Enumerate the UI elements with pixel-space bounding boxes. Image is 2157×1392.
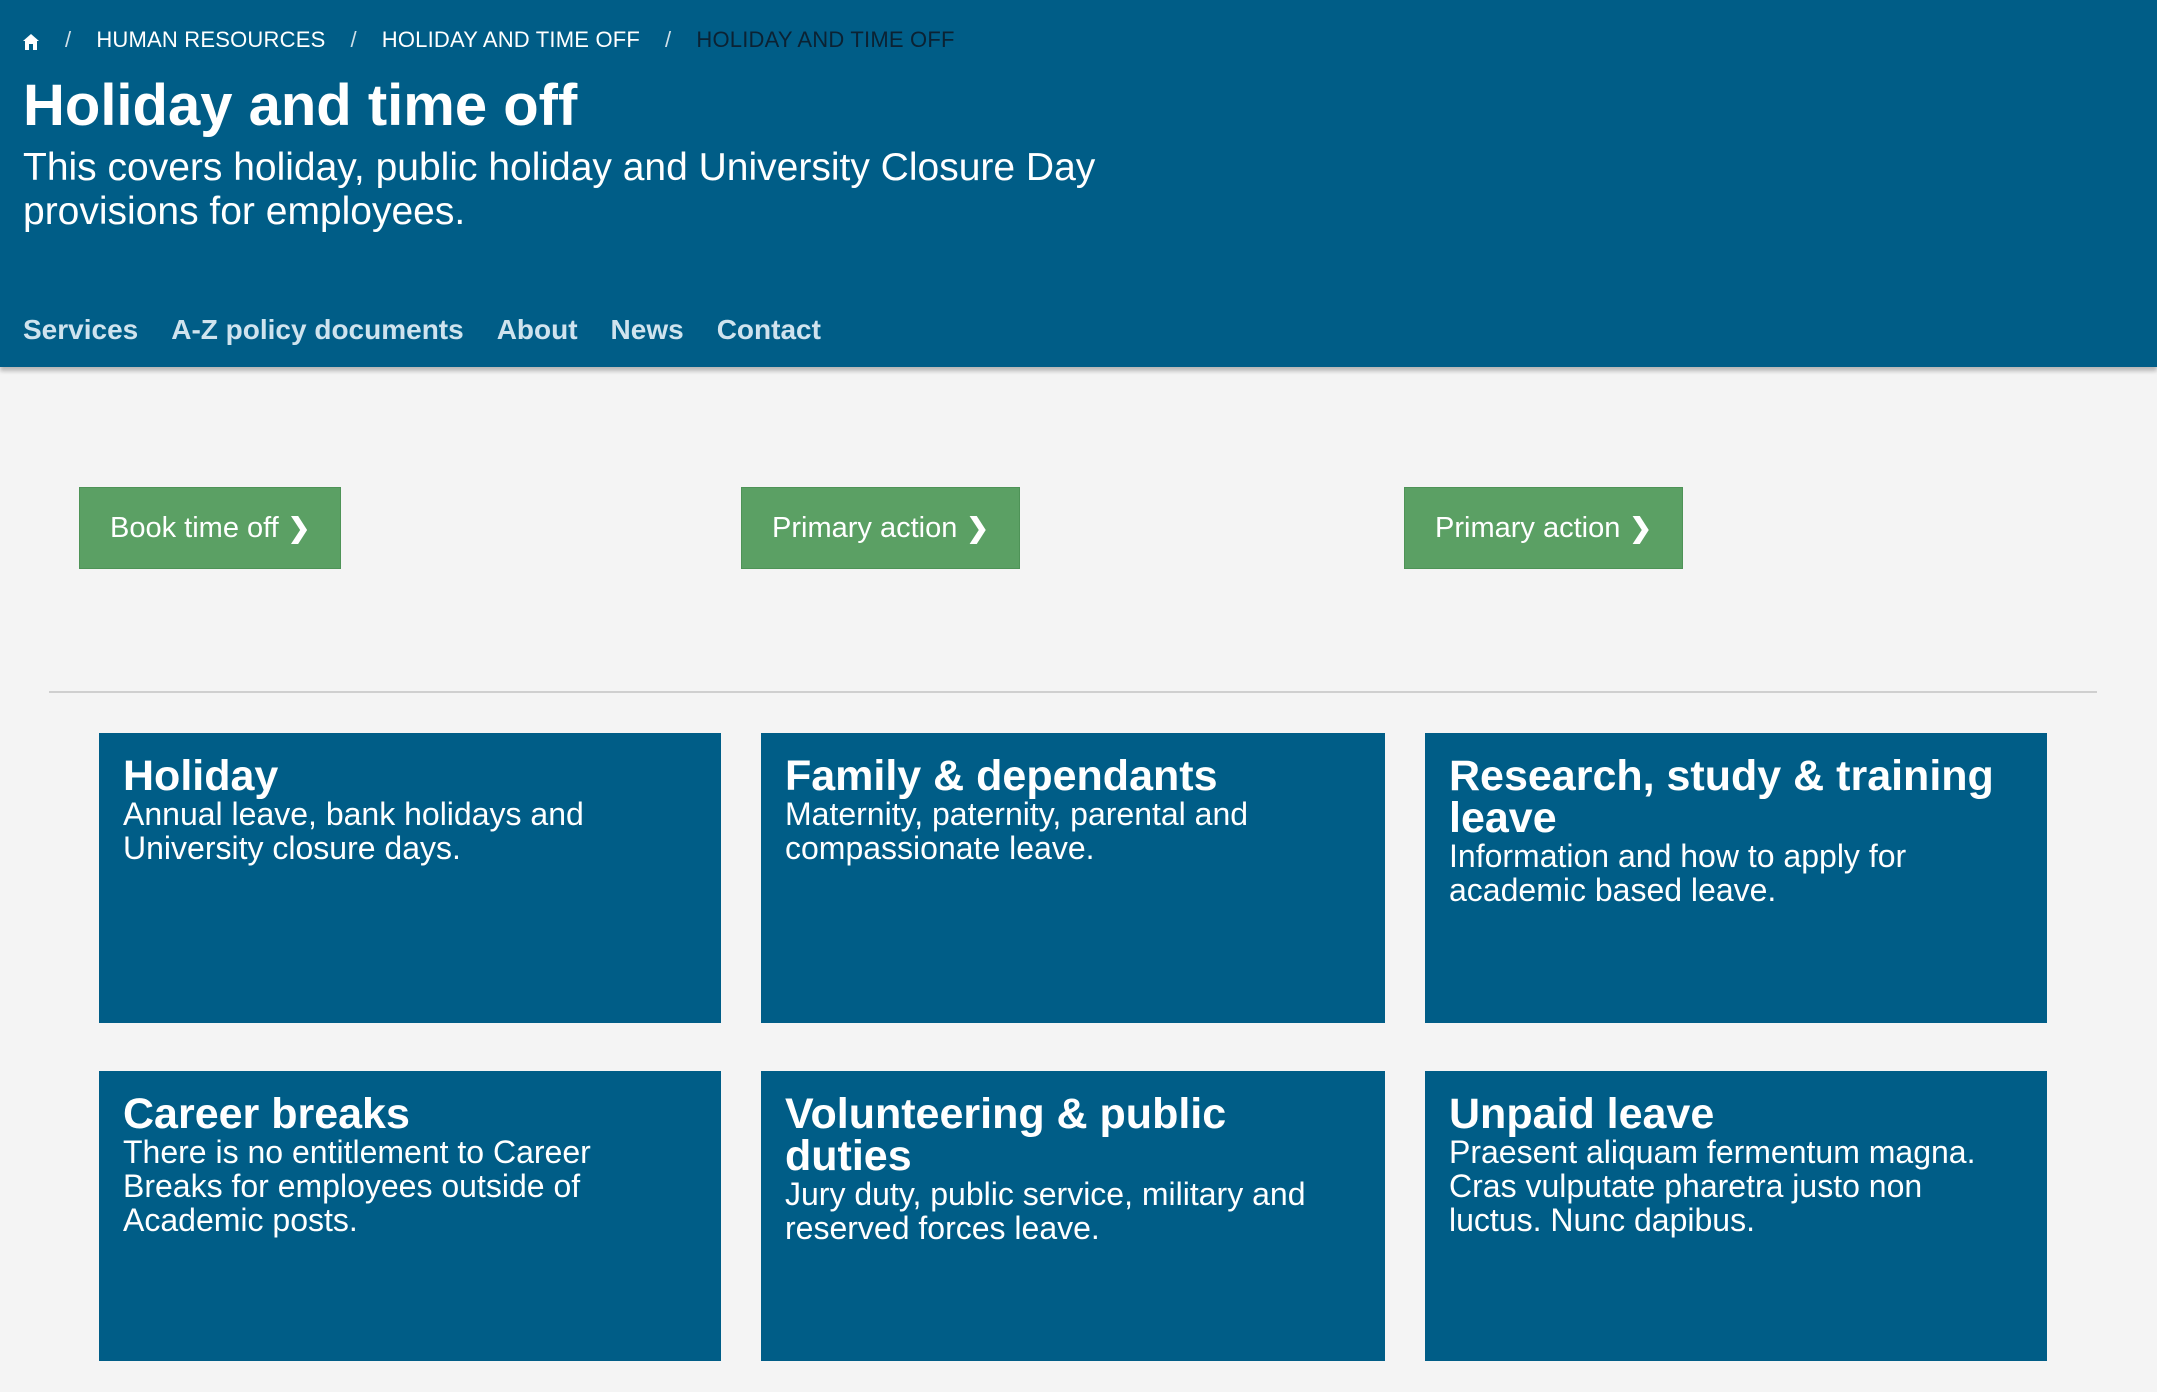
breadcrumb-separator: / — [65, 27, 72, 52]
page-title: Holiday and time off — [23, 73, 578, 138]
primary-action-button-1[interactable]: Primary action ❯ — [741, 487, 1020, 569]
card-title: Research, study & training leave — [1449, 752, 1994, 842]
card-career-breaks[interactable]: Career breaks There is no entitlement to… — [99, 1071, 721, 1361]
button-label: Book time off — [110, 511, 279, 544]
home-icon[interactable] — [22, 31, 40, 50]
section-divider — [49, 691, 2097, 693]
card-research-study-training-leave[interactable]: Research, study & training leave Informa… — [1425, 733, 2047, 1023]
breadcrumb-holiday-and-time-off[interactable]: HOLIDAY AND TIME OFF — [382, 27, 640, 53]
chevron-right-icon: ❯ — [966, 512, 989, 543]
chevron-right-icon: ❯ — [287, 512, 311, 543]
nav-a-z-policy-documents[interactable]: A-Z policy documents — [171, 314, 463, 350]
card-description: Maternity, paternity, parental and compa… — [785, 796, 1249, 866]
card-title: Career breaks — [123, 1090, 410, 1138]
breadcrumb: / HUMAN RESOURCES / HOLIDAY AND TIME OFF… — [22, 25, 955, 55]
card-unpaid-leave[interactable]: Unpaid leave Praesent aliquam fermentum … — [1425, 1071, 2047, 1361]
card-family-dependants[interactable]: Family & dependants Maternity, paternity… — [761, 733, 1385, 1023]
card-title: Holiday — [123, 752, 279, 800]
page-lede: This covers holiday, public holiday and … — [23, 146, 1096, 233]
card-title: Volunteering & public duties — [785, 1090, 1227, 1180]
card-description: Jury duty, public service, military and … — [785, 1176, 1306, 1246]
card-holiday[interactable]: Holiday Annual leave, bank holidays and … — [99, 733, 721, 1023]
card-title: Family & dependants — [785, 752, 1218, 800]
breadcrumb-human-resources[interactable]: HUMAN RESOURCES — [96, 27, 325, 53]
card-description: Praesent aliquam fermentum magna. Cras v… — [1449, 1134, 1976, 1238]
nav-services[interactable]: Services — [23, 314, 138, 350]
nav-contact[interactable]: Contact — [717, 314, 821, 350]
card-description: Information and how to apply for academi… — [1449, 838, 1907, 908]
button-label: Primary action — [1435, 511, 1621, 544]
breadcrumb-separator: / — [350, 27, 357, 52]
breadcrumb-separator: / — [665, 27, 672, 52]
nav-news[interactable]: News — [611, 314, 684, 350]
primary-action-button-2[interactable]: Primary action ❯ — [1404, 487, 1683, 569]
chevron-right-icon: ❯ — [1629, 512, 1652, 543]
breadcrumb-current-page: HOLIDAY AND TIME OFF — [696, 27, 955, 52]
card-volunteering-public-duties[interactable]: Volunteering & public duties Jury duty, … — [761, 1071, 1385, 1361]
card-title: Unpaid leave — [1449, 1090, 1715, 1138]
book-time-off-button[interactable]: Book time off ❯ — [79, 487, 342, 569]
card-description: There is no entitlement to Career Breaks… — [123, 1134, 591, 1238]
button-label: Primary action — [772, 511, 958, 544]
nav-about[interactable]: About — [497, 314, 578, 350]
page-header: / HUMAN RESOURCES / HOLIDAY AND TIME OFF… — [0, 0, 2157, 367]
card-description: Annual leave, bank holidays and Universi… — [123, 796, 584, 866]
section-nav: Services A-Z policy documents About News… — [23, 314, 821, 350]
